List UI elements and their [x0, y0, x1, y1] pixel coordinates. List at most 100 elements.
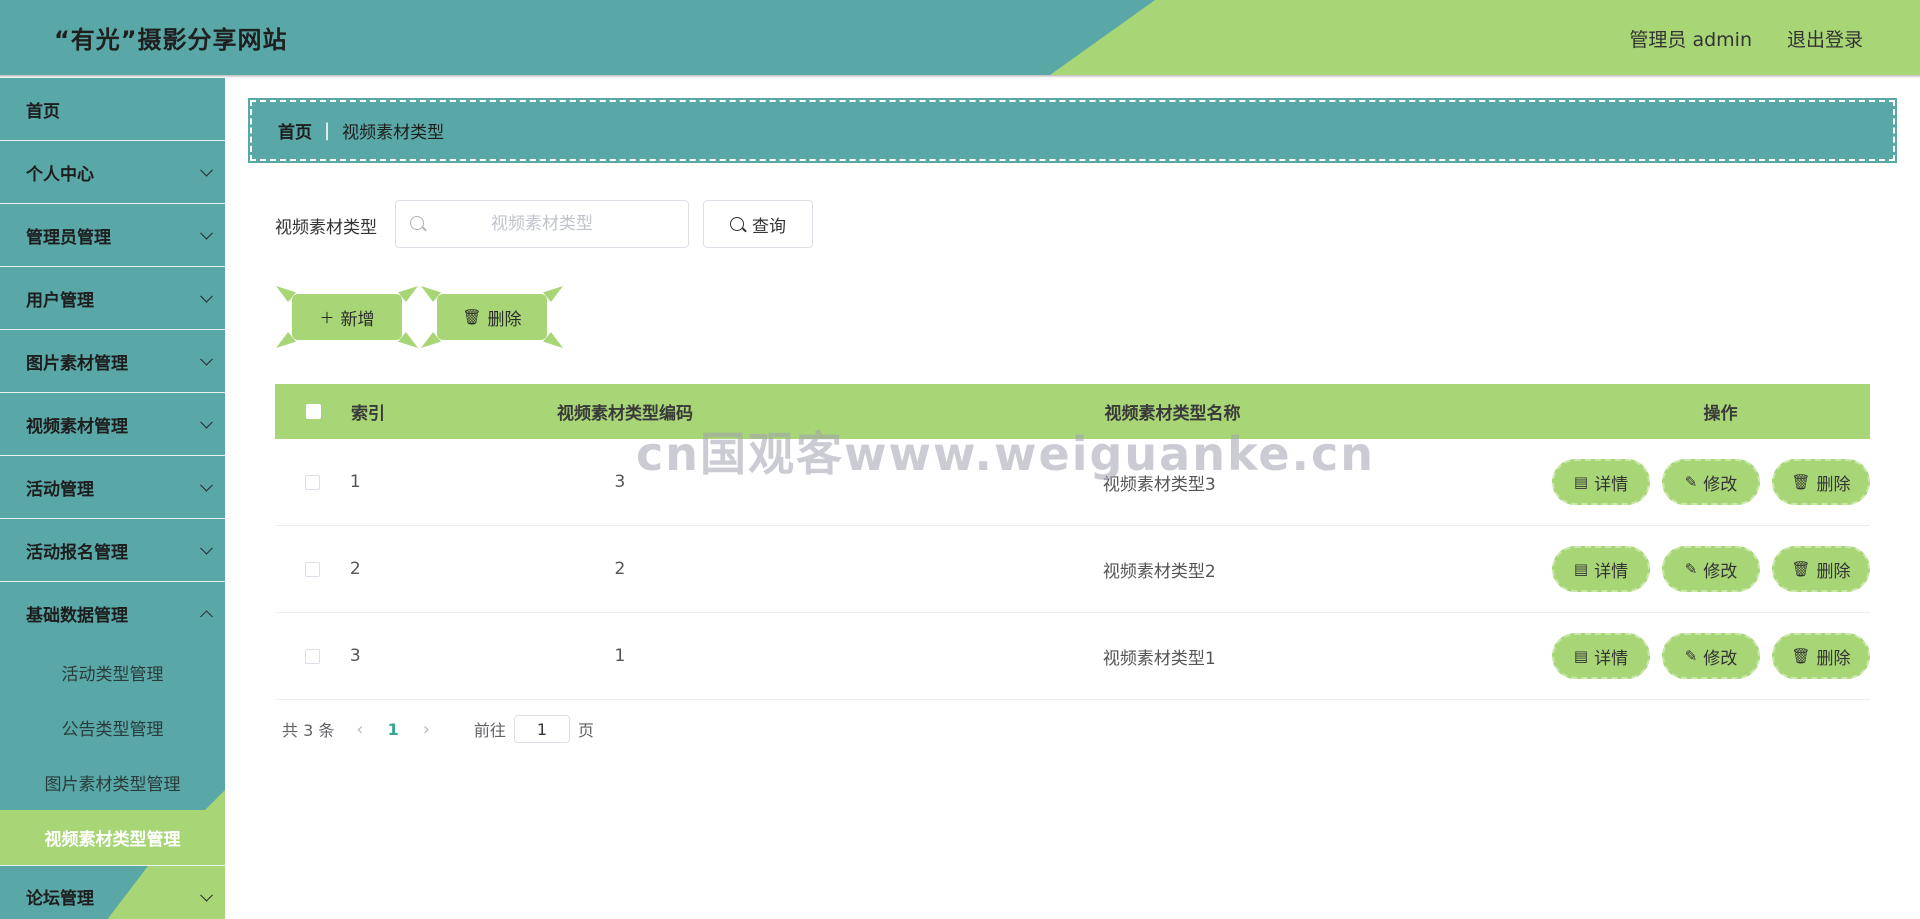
sidebar-item-users[interactable]: 用户管理 [0, 267, 225, 330]
sidebar-item-home[interactable]: 首页 [0, 78, 225, 141]
site-title: “有光”摄影分享网站 [54, 26, 288, 54]
chevron-down-icon [200, 478, 213, 492]
column-header-index: 索引 [351, 404, 385, 424]
decoration [276, 286, 296, 302]
cell-index: 3 [349, 646, 361, 666]
sidebar-subitem-notice-types[interactable]: 公告类型管理 [0, 700, 225, 755]
column-header-ops: 操作 [1703, 404, 1738, 424]
sidebar-item-registrations[interactable]: 活动报名管理 [0, 519, 225, 582]
add-button-label: 新增 [340, 309, 375, 330]
sidebar-item-label: 图片素材管理 [26, 353, 128, 374]
delete-button[interactable]: 🗑 删除 [1772, 459, 1870, 505]
detail-button[interactable]: ▤ 详情 [1552, 459, 1650, 505]
decoration [421, 286, 441, 302]
search-field[interactable] [395, 200, 689, 248]
batch-delete-button[interactable]: 🗑 删除 [421, 286, 563, 348]
decoration [276, 332, 296, 348]
table-row: 3 1 视频素材类型1 ▤ 详情 ✎ 修改 🗑 删除 [275, 613, 1870, 700]
breadcrumb-separator: | [324, 120, 331, 141]
search-icon [410, 216, 424, 230]
cell-code: 3 [614, 472, 626, 492]
sidebar-item-label: 管理员管理 [26, 227, 111, 248]
column-header-code: 视频素材类型编码 [557, 404, 693, 424]
goto-suffix: 页 [577, 721, 594, 740]
batch-delete-button-label: 删除 [487, 309, 522, 330]
edit-button-label: 修改 [1703, 648, 1738, 669]
cell-code: 1 [614, 646, 626, 666]
sidebar-item-label: 活动报名管理 [26, 542, 128, 563]
sidebar-item-label: 首页 [26, 101, 60, 122]
breadcrumb: 首页 | 视频素材类型 [248, 98, 1897, 163]
decoration [398, 332, 418, 348]
document-icon: ▤ [1573, 647, 1589, 665]
pencil-icon: ✎ [1684, 473, 1698, 491]
current-user-label: 管理员 admin [1629, 29, 1752, 51]
decoration [543, 286, 563, 302]
sidebar-item-label: 个人中心 [26, 164, 94, 185]
data-table: 索引 视频素材类型编码 视频素材类型名称 操作 1 3 视频素材类型3 ▤ 详情 … [275, 384, 1870, 700]
detail-button-label: 详情 [1594, 648, 1629, 669]
next-page-icon[interactable]: › [423, 719, 430, 740]
document-icon: ▤ [1573, 560, 1589, 578]
sidebar-item-label: 活动管理 [26, 479, 94, 500]
detail-button[interactable]: ▤ 详情 [1552, 633, 1650, 679]
prev-page-icon[interactable]: ‹ [356, 719, 363, 740]
decoration [398, 286, 418, 302]
sidebar-item-admins[interactable]: 管理员管理 [0, 204, 225, 267]
search-input[interactable] [396, 213, 688, 235]
table-row: 1 3 视频素材类型3 ▤ 详情 ✎ 修改 🗑 删除 [275, 439, 1870, 526]
query-button-label: 查询 [752, 216, 786, 237]
logout-button[interactable]: 退出登录 [1787, 25, 1863, 52]
pencil-icon: ✎ [1684, 647, 1698, 665]
cell-name: 视频素材类型1 [1102, 648, 1216, 669]
decoration [421, 332, 441, 348]
page-number[interactable]: 1 [388, 720, 399, 739]
sidebar-subitem-image-material-types[interactable]: 图片素材类型管理 [0, 755, 225, 810]
table-header: 索引 视频素材类型编码 视频素材类型名称 操作 [275, 384, 1870, 439]
sidebar-subitem-activity-types[interactable]: 活动类型管理 [0, 645, 225, 700]
trash-icon: 🗑 [1791, 560, 1811, 578]
breadcrumb-home[interactable]: 首页 [278, 118, 312, 143]
cell-name: 视频素材类型3 [1102, 474, 1216, 495]
query-button[interactable]: 查询 [703, 200, 813, 248]
edit-button-label: 修改 [1703, 474, 1738, 495]
edit-button[interactable]: ✎ 修改 [1662, 459, 1760, 505]
delete-button-label: 删除 [1816, 648, 1851, 669]
pagination-total: 共 3 条 [282, 721, 335, 740]
detail-button-label: 详情 [1594, 474, 1629, 495]
add-button[interactable]: ＋ 新增 [276, 286, 418, 348]
delete-button[interactable]: 🗑 删除 [1772, 546, 1870, 592]
delete-button-label: 删除 [1816, 474, 1851, 495]
sidebar-item-image-materials[interactable]: 图片素材管理 [0, 330, 225, 393]
detail-button[interactable]: ▤ 详情 [1552, 546, 1650, 592]
chevron-down-icon [200, 352, 213, 366]
sidebar-subitem-video-material-types[interactable]: 视频素材类型管理 [0, 810, 225, 865]
cell-code: 2 [614, 559, 626, 579]
sidebar-item-basic-data[interactable]: 基础数据管理 [0, 582, 225, 645]
cell-name: 视频素材类型2 [1102, 561, 1216, 582]
sidebar-item-label: 论坛管理 [26, 889, 94, 909]
sidebar-item-activities[interactable]: 活动管理 [0, 456, 225, 519]
sidebar-item-video-materials[interactable]: 视频素材管理 [0, 393, 225, 456]
pencil-icon: ✎ [1684, 560, 1698, 578]
row-checkbox[interactable] [304, 561, 320, 577]
row-checkbox[interactable] [304, 474, 320, 490]
trash-icon: 🗑 [1791, 473, 1811, 491]
select-all-checkbox[interactable] [305, 404, 321, 419]
column-header-name: 视频素材类型名称 [1104, 404, 1241, 424]
delete-button[interactable]: 🗑 删除 [1772, 633, 1870, 679]
trash-icon: 🗑 [462, 308, 482, 326]
row-checkbox[interactable] [304, 648, 320, 664]
edit-button[interactable]: ✎ 修改 [1662, 546, 1760, 592]
sidebar-item-profile[interactable]: 个人中心 [0, 141, 225, 204]
breadcrumb-current: 视频素材类型 [342, 123, 445, 143]
chevron-down-icon [200, 541, 213, 555]
search-label: 视频素材类型 [275, 218, 377, 238]
goto-page-input[interactable] [513, 715, 570, 743]
sidebar-item-forum[interactable]: 论坛管理 [0, 865, 225, 919]
pagination: 共 3 条 ‹ 1 › 前往 页 [282, 715, 594, 743]
table-row: 2 2 视频素材类型2 ▤ 详情 ✎ 修改 🗑 删除 [275, 526, 1870, 613]
edit-button[interactable]: ✎ 修改 [1662, 633, 1760, 679]
sidebar-item-label: 用户管理 [26, 290, 94, 311]
header-shadow [0, 75, 1920, 78]
